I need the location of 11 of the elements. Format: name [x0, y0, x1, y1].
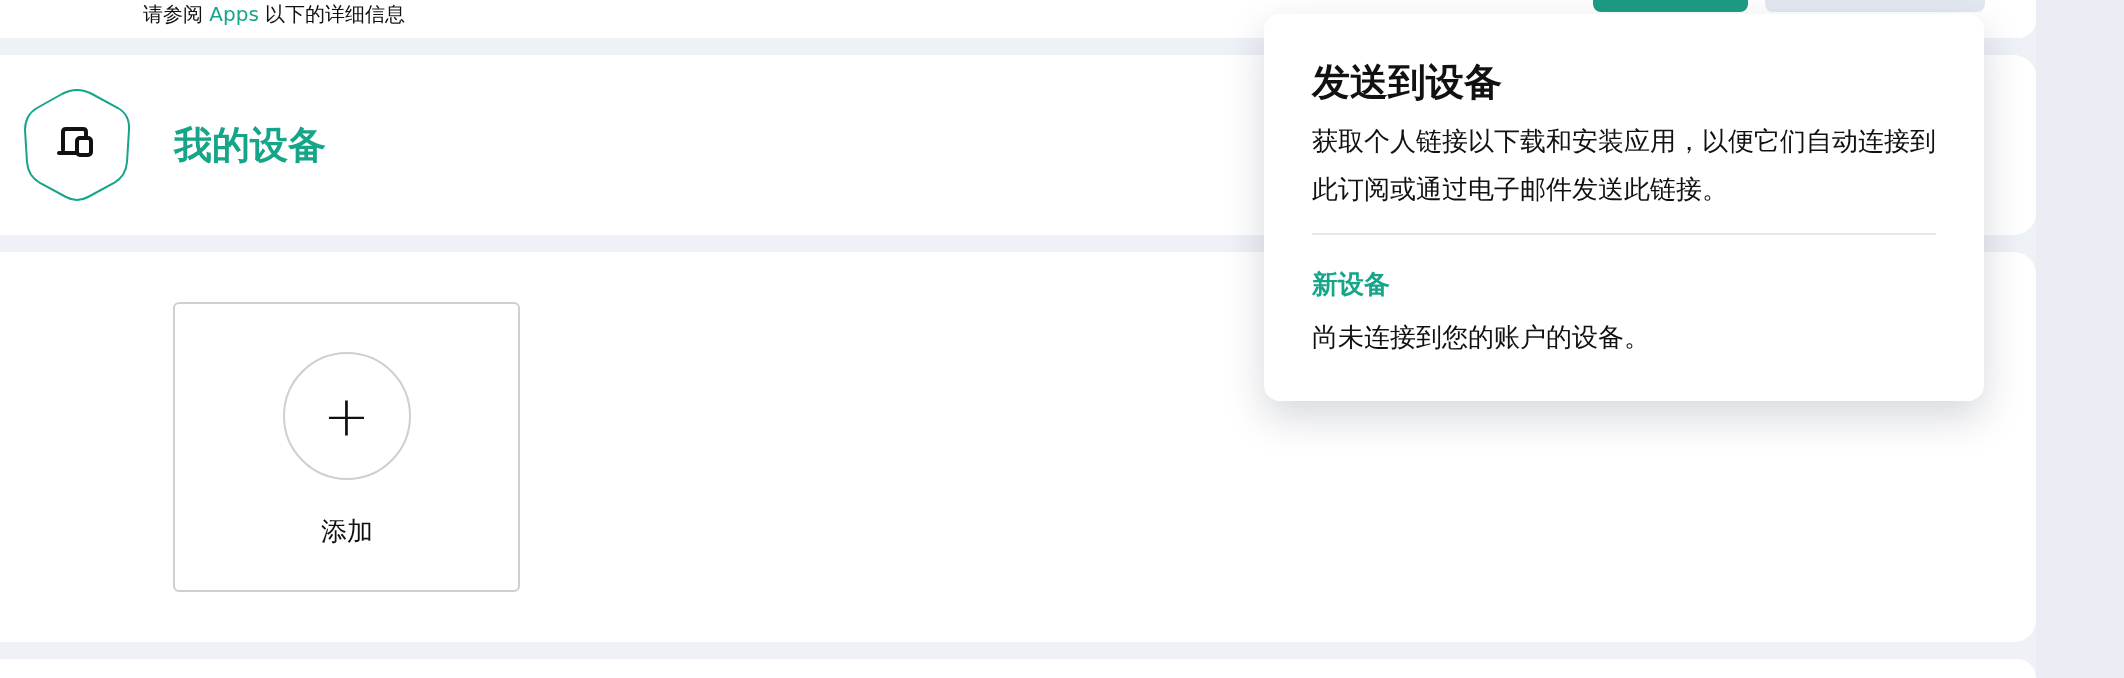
- secondary-button[interactable]: [1765, 0, 1985, 12]
- add-icon[interactable]: +: [282, 352, 411, 480]
- details-notice: 请参阅 Apps 以下的详细信息: [143, 2, 406, 26]
- primary-button[interactable]: [1593, 0, 1748, 12]
- popover-description: 获取个人链接以下载和安装应用，以便它们自动连接到此订阅或通过电子邮件发送此链接。: [1312, 125, 1936, 206]
- popover-title: 发送到设备: [1312, 59, 1503, 106]
- section-title: 我的设备: [174, 121, 326, 169]
- add-device-tile[interactable]: + 添加: [173, 302, 520, 592]
- add-label: 添加: [320, 515, 373, 548]
- devices-icon: [22, 88, 132, 202]
- option-description: 尚未连接到您的账户的设备。: [1312, 321, 1651, 354]
